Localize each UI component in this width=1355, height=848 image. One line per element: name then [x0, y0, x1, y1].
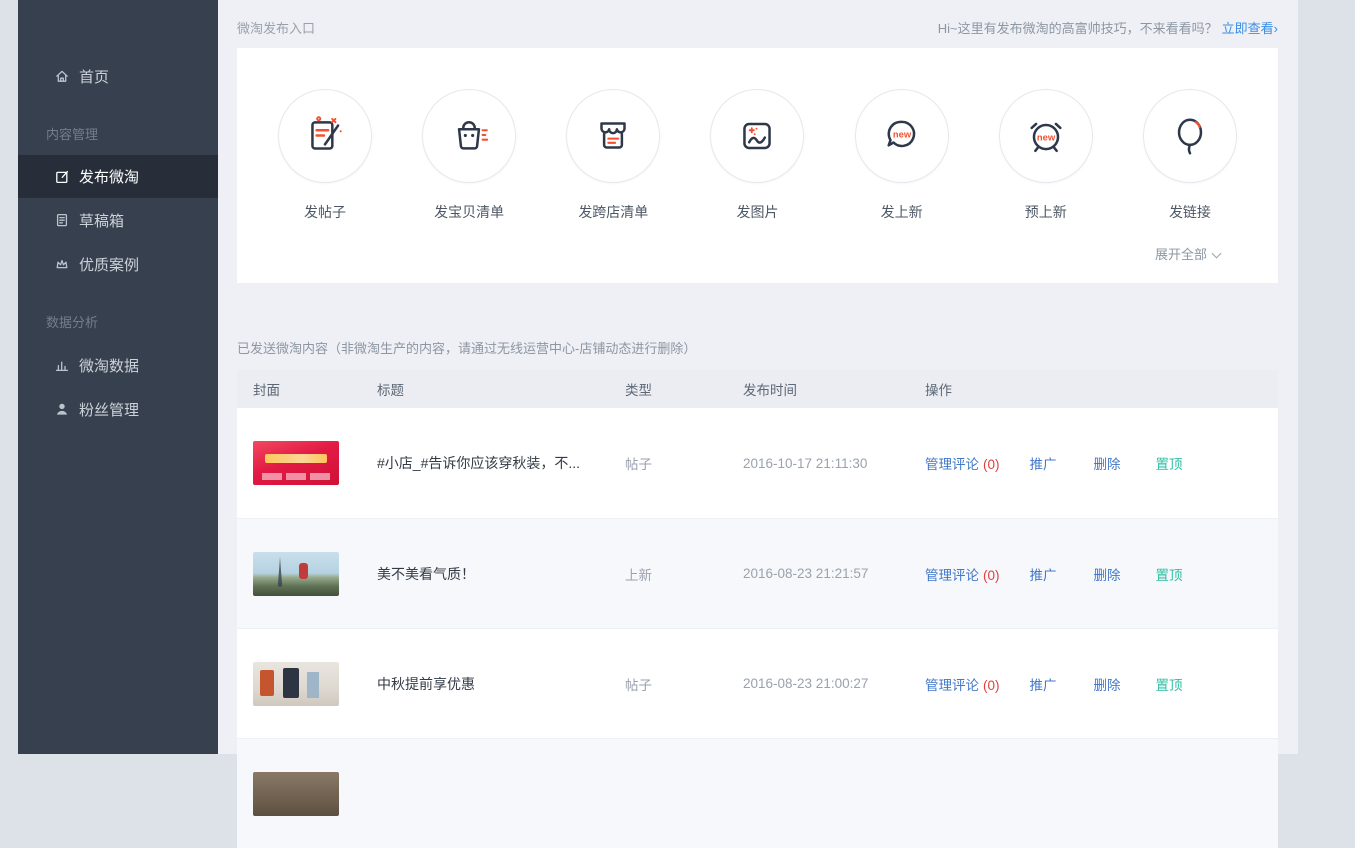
col-actions: 操作: [925, 379, 1278, 399]
publish-entry-item-list[interactable]: 发宝贝清单: [421, 89, 517, 222]
publish-entry-new-arrival[interactable]: new 发上新: [854, 89, 950, 222]
manage-comments-link[interactable]: 管理评论: [925, 678, 979, 693]
svg-text:new: new: [1037, 132, 1056, 143]
col-title: 标题: [377, 379, 625, 399]
pin-top-link[interactable]: 置顶: [1156, 674, 1183, 694]
row-time: 2016-10-17 21:11:30: [743, 456, 925, 471]
sidebar-item-weitao-data[interactable]: 微淘数据: [18, 343, 218, 387]
col-cover: 封面: [253, 379, 377, 399]
publish-entry-pre-arrival[interactable]: new 预上新: [998, 89, 1094, 222]
user-icon: [54, 401, 70, 417]
tips-banner: Hi~这里有发布微淘的高富帅技巧，不来看看吗？ 立即查看›: [938, 18, 1278, 37]
bar-chart-icon: [54, 357, 70, 373]
publish-entry-image[interactable]: 发图片: [709, 89, 805, 222]
crown-icon: [54, 256, 70, 272]
entry-label: 发链接: [1169, 202, 1211, 222]
page-header: 微淘发布入口 Hi~这里有发布微淘的高富帅技巧，不来看看吗？ 立即查看›: [237, 0, 1278, 48]
promote-link[interactable]: 推广: [1030, 564, 1057, 584]
cover-thumbnail: [253, 441, 339, 485]
col-type: 类型: [625, 379, 743, 399]
table-row: [237, 738, 1278, 848]
cover-thumbnail: [253, 662, 339, 706]
table-row: 中秋提前享优惠 帖子 2016-08-23 21:00:27 管理评论 (0) 推…: [237, 628, 1278, 738]
sidebar-item-label: 首页: [79, 66, 109, 87]
publish-entry-link[interactable]: 发链接: [1142, 89, 1238, 222]
sidebar: 首页 内容管理 发布微淘 草稿箱 优质案例 数据分析 微淘数: [18, 0, 218, 754]
balloon-icon: [1167, 113, 1213, 159]
promote-link[interactable]: 推广: [1030, 453, 1057, 473]
publish-entry-cross-shop-list[interactable]: 发跨店清单: [565, 89, 661, 222]
row-time: 2016-08-23 21:00:27: [743, 676, 925, 691]
entry-label: 发宝贝清单: [434, 202, 504, 222]
sidebar-item-fans[interactable]: 粉丝管理: [18, 387, 218, 431]
row-time: 2016-08-23 21:21:57: [743, 566, 925, 581]
chevron-down-icon: [1212, 249, 1222, 259]
manage-comments-link[interactable]: 管理评论: [925, 568, 979, 583]
row-type: 上新: [625, 564, 743, 584]
entry-label: 发帖子: [304, 202, 346, 222]
view-now-link[interactable]: 立即查看›: [1222, 21, 1278, 36]
image-icon: [734, 113, 780, 159]
publish-entries: 发帖子 发宝贝清单: [237, 48, 1278, 222]
home-icon: [54, 68, 70, 84]
sidebar-item-cases[interactable]: 优质案例: [18, 242, 218, 286]
row-title: #小店_#告诉你应该穿秋装，不...: [377, 453, 625, 473]
page-title: 微淘发布入口: [237, 18, 315, 37]
entry-label: 预上新: [1025, 202, 1067, 222]
bubble-new-icon: new: [879, 113, 925, 159]
row-title: 中秋提前享优惠: [377, 674, 625, 694]
delete-link[interactable]: 删除: [1094, 453, 1121, 473]
publish-entry-post[interactable]: 发帖子: [277, 89, 373, 222]
tips-text: Hi~这里有发布微淘的高富帅技巧，不来看看吗？: [938, 21, 1218, 36]
sidebar-item-label: 优质案例: [79, 254, 139, 275]
main-content: 微淘发布入口 Hi~这里有发布微淘的高富帅技巧，不来看看吗？ 立即查看›: [218, 0, 1298, 754]
row-type: 帖子: [625, 674, 743, 694]
comment-count: (0): [983, 457, 1000, 472]
entry-label: 发跨店清单: [578, 202, 648, 222]
promote-link[interactable]: 推广: [1030, 674, 1057, 694]
sidebar-group-content: 内容管理: [18, 124, 218, 143]
shop-icon: [590, 113, 636, 159]
sidebar-item-drafts[interactable]: 草稿箱: [18, 198, 218, 242]
sent-section-title: 已发送微淘内容（非微淘生产的内容，请通过无线运营中心-店铺动态进行删除）: [237, 338, 1278, 357]
pin-top-link[interactable]: 置顶: [1156, 564, 1183, 584]
sidebar-item-publish[interactable]: 发布微淘: [18, 155, 218, 198]
table-header-row: 封面 标题 类型 发布时间 操作: [237, 370, 1278, 408]
expand-all-link[interactable]: 展开全部: [1155, 244, 1278, 283]
app-root: 首页 内容管理 发布微淘 草稿箱 优质案例 数据分析 微淘数: [18, 0, 1298, 754]
sidebar-item-label: 粉丝管理: [79, 399, 139, 420]
svg-text:new: new: [892, 129, 911, 140]
edit-icon: [54, 169, 70, 185]
col-time: 发布时间: [743, 379, 925, 399]
sidebar-item-home[interactable]: 首页: [18, 54, 218, 98]
row-type: 帖子: [625, 453, 743, 473]
manage-comments-link[interactable]: 管理评论: [925, 457, 979, 472]
sent-content-table: 封面 标题 类型 发布时间 操作 #小店_#告诉你应该穿秋装，不... 帖子 2…: [237, 370, 1278, 848]
cover-thumbnail: [253, 772, 339, 816]
post-icon: [302, 113, 348, 159]
delete-link[interactable]: 删除: [1094, 564, 1121, 584]
document-icon: [54, 212, 70, 228]
publish-entry-card: 发帖子 发宝贝清单: [237, 48, 1278, 283]
comment-count: (0): [983, 678, 1000, 693]
sidebar-item-label: 微淘数据: [79, 355, 139, 376]
table-row: #小店_#告诉你应该穿秋装，不... 帖子 2016-10-17 21:11:3…: [237, 408, 1278, 518]
row-title: 美不美看气质！: [377, 564, 625, 584]
alarm-new-icon: new: [1023, 113, 1069, 159]
cover-thumbnail: [253, 552, 339, 596]
sidebar-item-label: 发布微淘: [79, 166, 139, 187]
entry-label: 发图片: [736, 202, 778, 222]
entry-label: 发上新: [881, 202, 923, 222]
comment-count: (0): [983, 568, 1000, 583]
bag-icon: [446, 113, 492, 159]
sidebar-item-label: 草稿箱: [79, 210, 124, 231]
table-row: 美不美看气质！ 上新 2016-08-23 21:21:57 管理评论 (0) 推…: [237, 518, 1278, 628]
pin-top-link[interactable]: 置顶: [1156, 453, 1183, 473]
delete-link[interactable]: 删除: [1094, 674, 1121, 694]
sidebar-group-data: 数据分析: [18, 312, 218, 331]
